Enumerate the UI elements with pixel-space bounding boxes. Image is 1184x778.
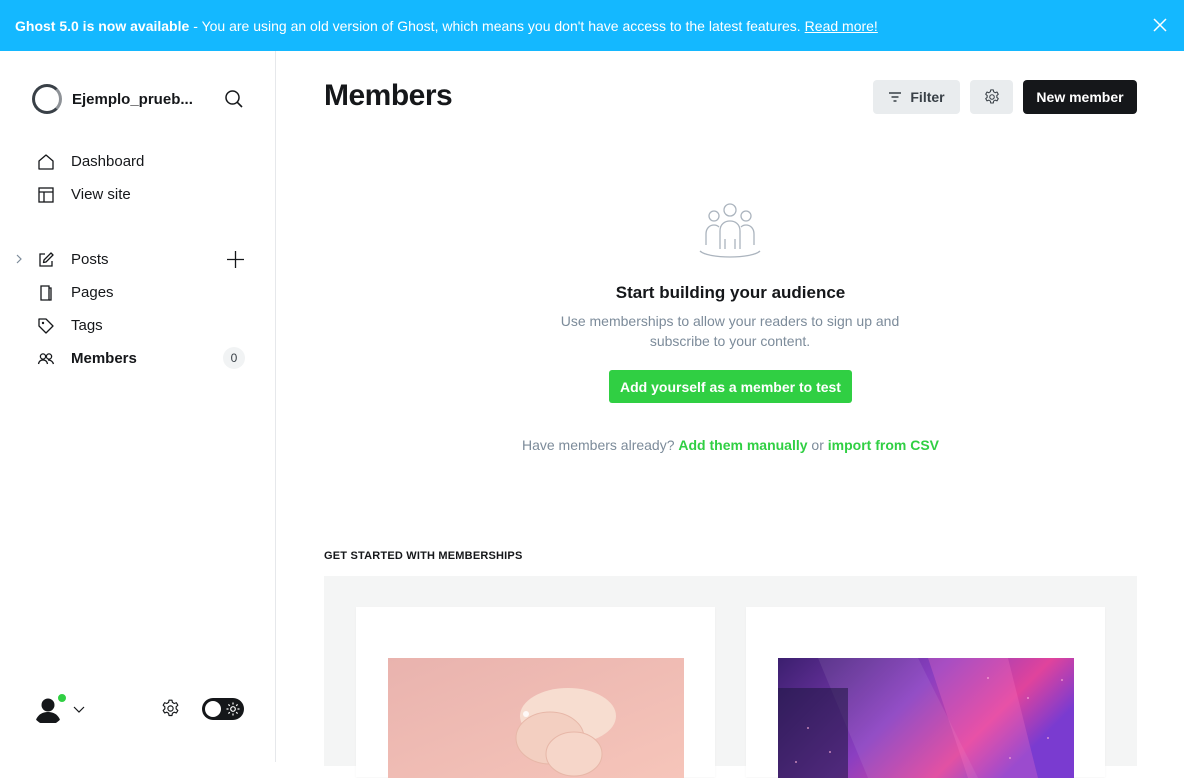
add-manually-link[interactable]: Add them manually — [678, 437, 807, 453]
search-icon[interactable] — [224, 89, 244, 109]
sidebar-item-pages[interactable]: Pages — [0, 276, 276, 309]
layout-icon — [38, 187, 54, 203]
sidebar-item-label: Dashboard — [71, 153, 145, 170]
content-nav: Posts Pages Tags Members 0 — [0, 243, 276, 375]
filter-button[interactable]: Filter — [873, 80, 960, 114]
sidebar-item-posts[interactable]: Posts — [0, 243, 276, 276]
card-image — [778, 658, 1074, 778]
empty-state-description: Use memberships to allow your readers to… — [560, 313, 900, 349]
banner-title: Ghost 5.0 is now available — [15, 17, 190, 34]
add-post-icon[interactable] — [226, 250, 245, 269]
edit-icon — [39, 252, 54, 267]
sidebar: Ejemplo_prueb... Dashboard View site Pos… — [0, 51, 276, 762]
sidebar-item-label: Posts — [71, 251, 109, 268]
online-status-dot — [57, 693, 67, 703]
sidebar-item-view-site[interactable]: View site — [0, 178, 276, 211]
sidebar-item-members[interactable]: Members 0 — [0, 342, 276, 375]
gear-icon — [984, 89, 999, 104]
site-logo — [32, 84, 62, 114]
sidebar-item-tags[interactable]: Tags — [0, 309, 276, 342]
filter-icon — [889, 92, 902, 102]
update-banner: Ghost 5.0 is now available - You are usi… — [0, 0, 1184, 51]
import-csv-link[interactable]: import from CSV — [828, 437, 939, 453]
sun-icon — [226, 702, 240, 716]
get-started-heading: GET STARTED WITH MEMBERSHIPS — [324, 550, 523, 562]
site-header[interactable]: Ejemplo_prueb... — [32, 83, 244, 115]
sidebar-item-dashboard[interactable]: Dashboard — [0, 145, 276, 178]
or-text: or — [811, 437, 824, 453]
banner-text: - You are using an old version of Ghost,… — [193, 17, 801, 34]
get-started-section — [324, 576, 1137, 778]
sidebar-item-label: View site — [71, 186, 131, 203]
page-title: Members — [324, 79, 453, 112]
new-member-button[interactable]: New member — [1023, 80, 1137, 114]
main-content: Members Filter New member Start building… — [277, 51, 1184, 778]
gear-icon[interactable] — [160, 698, 181, 719]
dark-mode-toggle[interactable] — [202, 698, 244, 720]
banner-read-more-link[interactable]: Read more! — [805, 18, 878, 34]
toggle-knob — [205, 701, 221, 717]
import-hint: Have members already? Add them manually … — [277, 437, 1184, 453]
sidebar-footer — [32, 691, 244, 727]
add-yourself-button[interactable]: Add yourself as a member to test — [609, 370, 852, 403]
chevron-down-icon[interactable] — [73, 703, 85, 715]
members-count-badge: 0 — [223, 347, 245, 369]
audience-icon — [699, 203, 761, 258]
chevron-right-icon[interactable] — [14, 254, 24, 264]
tag-icon — [38, 318, 54, 334]
filter-label: Filter — [910, 89, 945, 105]
home-icon — [38, 154, 54, 170]
get-started-card[interactable] — [356, 607, 715, 778]
sidebar-item-label: Pages — [71, 284, 114, 301]
site-name: Ejemplo_prueb... — [72, 90, 193, 108]
card-image — [388, 658, 684, 778]
primary-nav: Dashboard View site — [0, 145, 276, 211]
have-members-text: Have members already? — [521, 437, 675, 453]
empty-state-title: Start building your audience — [615, 283, 846, 302]
close-icon[interactable] — [1152, 17, 1168, 33]
page-icon — [40, 285, 52, 301]
sidebar-item-label: Tags — [71, 317, 103, 334]
sidebar-item-label: Members — [71, 350, 137, 367]
members-icon — [37, 353, 55, 365]
members-settings-button[interactable] — [970, 80, 1013, 114]
get-started-card[interactable] — [746, 607, 1105, 778]
